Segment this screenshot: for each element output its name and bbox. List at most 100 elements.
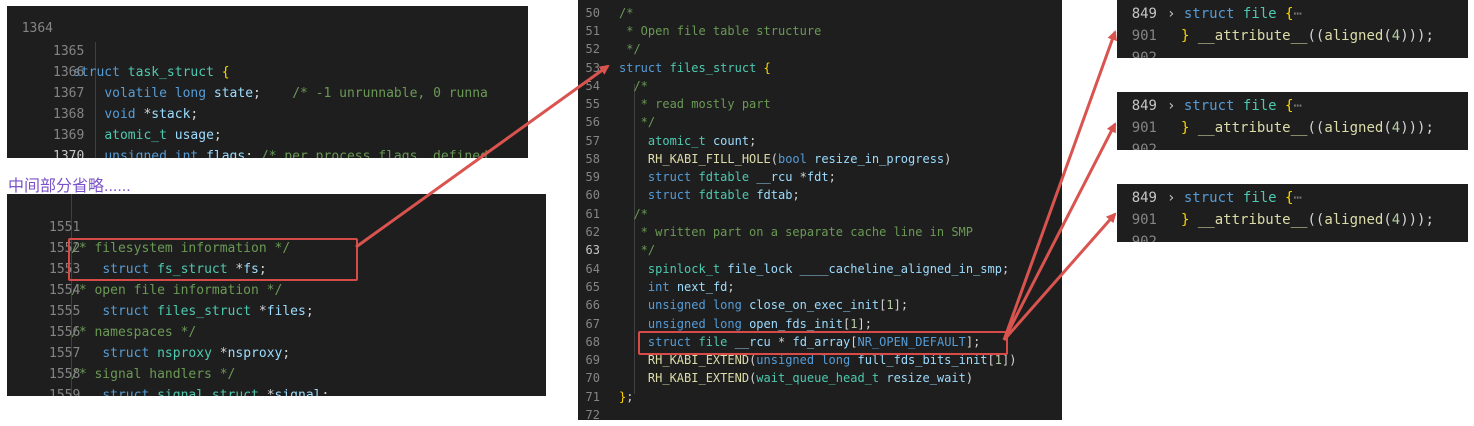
code-line: 1368 atomic_t usage; <box>7 83 222 143</box>
code-text: } __attribute__((aligned(4))); <box>1181 212 1434 228</box>
line-number: 902 <box>1131 234 1157 242</box>
omitted-section-label: 中间部分省略...... <box>8 178 131 195</box>
fold-chevron-icon[interactable]: › <box>1167 98 1175 114</box>
code-text: struct files_struct *files; <box>102 304 314 319</box>
line-number: 1559 <box>49 388 81 396</box>
line-number: 849 <box>1131 190 1157 206</box>
line-number: 55 <box>585 97 600 111</box>
collapsed-ellipsis-icon[interactable]: ⋯ <box>1293 98 1301 114</box>
code-text: /* open file information */ <box>71 283 283 298</box>
code-line: 1369 unsigned int flags; /* per process … <box>7 104 488 158</box>
code-text: int next_fd; <box>647 280 735 294</box>
line-number: 57 <box>585 134 600 148</box>
code-line: 1554 struct files_struct *files; <box>7 259 314 319</box>
code-text: */ <box>619 243 656 257</box>
code-line: 1559 struct sighand_struct *sighand; <box>7 364 80 396</box>
line-number: 71 <box>585 390 600 404</box>
code-line: 1556 struct nsproxy *nsproxy; <box>7 301 290 361</box>
line-number: 50 <box>585 6 600 20</box>
line-number: 1557 <box>49 346 81 361</box>
code-text: /* <box>619 207 648 221</box>
code-text: spinlock_t file_lock ____cacheline_align… <box>647 262 1010 276</box>
line-number: 1555 <box>49 304 81 319</box>
code-text: */ <box>619 115 656 129</box>
code-line: 1366 volatile long state; /* -1 unrunnab… <box>7 41 488 101</box>
code-text: atomic_t usage; <box>104 128 222 143</box>
line-number: 54 <box>585 79 600 93</box>
code-text: * written part on a separate cache line … <box>619 225 974 239</box>
code-line: 1370 unsigned int ptrace; <box>7 125 84 158</box>
code-line: 1555 /* namespaces */ <box>7 280 196 340</box>
line-number: 63 <box>585 243 600 257</box>
line-number: 1365 <box>53 44 85 59</box>
line-number: 59 <box>585 170 600 184</box>
line-number: 65 <box>585 280 600 294</box>
line-number: 1368 <box>53 107 85 122</box>
code-line: 1553 /* open file information */ <box>7 238 282 298</box>
line-number: 849 <box>1131 6 1157 22</box>
code-text: void *stack; <box>104 107 199 122</box>
line-number: 64 <box>585 262 600 276</box>
code-text: }; <box>619 390 634 404</box>
code-text: struct fdtable fdtab; <box>647 188 800 202</box>
line-number: 1554 <box>49 283 81 298</box>
line-number: 901 <box>1131 28 1157 44</box>
line-number: 1367 <box>53 86 85 101</box>
line-number: 1551 <box>49 220 81 235</box>
line-number: 58 <box>585 152 600 166</box>
code-line: 1558 struct signal_struct *signal; <box>7 343 329 396</box>
line-number: 902 <box>1131 142 1157 150</box>
code-panel-task-struct-tail: 1551 /* filesystem information */ 1552 s… <box>7 194 546 396</box>
line-number: 901 <box>1131 120 1157 136</box>
line-number: 61 <box>585 207 600 221</box>
code-text: struct nsproxy *nsproxy; <box>102 346 291 361</box>
collapsed-ellipsis-icon[interactable]: ⋯ <box>1293 190 1301 206</box>
code-text: * Open file table structure <box>619 24 822 38</box>
fold-chevron-icon[interactable]: › <box>1167 6 1175 22</box>
code-panel-struct-file-1: 849 › struct file {⋯ 901 } __attribute__((… <box>1117 0 1468 58</box>
code-text: RH_KABI_FILL_HOLE(bool resize_in_progres… <box>647 152 952 166</box>
code-text: /* <box>619 79 648 93</box>
code-line: 1371 <box>7 148 38 158</box>
code-line: 1557 /* signal handlers */ <box>7 322 235 382</box>
code-text: › struct file {⋯ <box>1167 6 1302 22</box>
line-number: 1366 <box>53 65 85 80</box>
code-text: struct signal_struct *signal; <box>102 388 330 396</box>
code-panel-task-struct: 1364 1365 struct task_struct { 1366 vola… <box>7 6 528 158</box>
code-text: struct task_struct { <box>73 65 230 80</box>
line-number: 1370 <box>53 149 85 158</box>
code-panel-files-struct: 50 /* 51 * Open file table structure 52 *… <box>578 0 1062 420</box>
line-number: 1369 <box>53 128 85 143</box>
code-text: */ <box>619 42 641 56</box>
code-text: unsigned long close_on_exec_init[1]; <box>647 298 909 312</box>
code-text: › struct file {⋯ <box>1167 190 1302 206</box>
code-text: /* <box>619 6 634 20</box>
code-text: } __attribute__((aligned(4))); <box>1181 120 1434 136</box>
line-number: 70 <box>585 371 600 385</box>
line-number: 51 <box>585 24 600 38</box>
code-text: * read mostly part <box>619 97 771 111</box>
code-text: } __attribute__((aligned(4))); <box>1181 28 1434 44</box>
highlight-box-files <box>68 238 358 281</box>
line-number: 62 <box>585 225 600 239</box>
fold-chevron-icon[interactable]: › <box>1167 190 1175 206</box>
line-number: 1558 <box>49 367 81 382</box>
code-text: › struct file {⋯ <box>1167 98 1302 114</box>
line-number: 72 <box>585 408 600 420</box>
line-number: 901 <box>1131 212 1157 228</box>
code-line: 1367 void *stack; <box>7 62 198 122</box>
line-number: 67 <box>585 317 600 331</box>
code-line: 1552 struct fs_struct *fs; <box>7 217 267 277</box>
code-line: 1365 struct task_struct { <box>7 20 230 80</box>
code-panel-struct-file-2: 849 › struct file {⋯ 901 } __attribute__((… <box>1117 92 1468 150</box>
code-text: atomic_t count; <box>647 134 757 148</box>
line-number: 849 <box>1131 98 1157 114</box>
line-number: 69 <box>585 353 600 367</box>
code-panel-struct-file-3: 849 › struct file {⋯ 901 } __attribute__((… <box>1117 184 1468 242</box>
code-text: volatile long state; /* -1 unrunnable, 0… <box>104 86 488 101</box>
code-text: struct files_struct { <box>619 61 771 75</box>
line-number: 60 <box>585 188 600 202</box>
code-text: unsigned int flags; /* per process flags… <box>104 149 488 158</box>
collapsed-ellipsis-icon[interactable]: ⋯ <box>1293 6 1301 22</box>
code-text: struct fdtable __rcu *fdt; <box>647 170 836 184</box>
